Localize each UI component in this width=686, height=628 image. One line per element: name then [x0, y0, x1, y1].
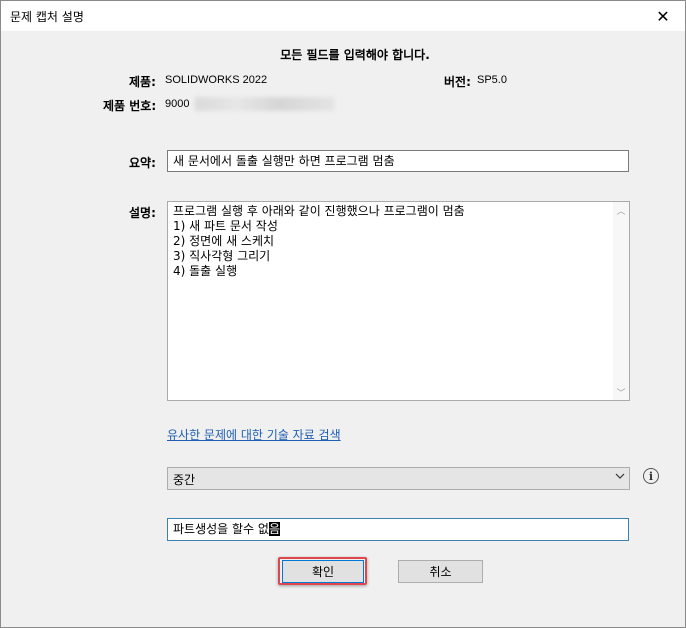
dialog-title: 문제 캡처 설명 — [10, 10, 84, 24]
additional-info-input[interactable]: 파트생성을 할수 없음 — [167, 518, 629, 541]
description-line: 3) 직사각형 그리기 — [173, 249, 271, 263]
product-number-value: 9000 — [165, 98, 190, 110]
summary-label: 요약: — [129, 156, 156, 170]
product-number-label: 제품 번호: — [103, 99, 157, 113]
product-label: 제품: — [129, 75, 156, 89]
description-textarea[interactable]: 프로그램 실행 후 아래와 같이 진행했으나 프로그램이 멈춤 1) 새 파트 … — [167, 201, 630, 401]
cancel-button[interactable]: 취소 — [398, 560, 483, 583]
description-text: 프로그램 실행 후 아래와 같이 진행했으나 프로그램이 멈춤 1) 새 파트 … — [173, 204, 465, 279]
description-line: 프로그램 실행 후 아래와 같이 진행했으나 프로그램이 멈춤 — [173, 204, 465, 218]
additional-info-text: 파트생성을 할수 없 — [173, 522, 269, 536]
redacted-serial — [195, 97, 335, 111]
description-line: 1) 새 파트 문서 작성 — [173, 219, 278, 233]
description-label: 설명: — [129, 206, 156, 220]
description-line: 2) 정면에 새 스케치 — [173, 234, 275, 248]
required-fields-message: 모든 필드를 입력해야 합니다. — [280, 48, 430, 62]
version-value: SP5.0 — [477, 74, 507, 86]
close-icon[interactable]: ✕ — [641, 1, 685, 31]
scroll-up-icon[interactable]: ︿ — [613, 202, 629, 218]
version-label: 버전: — [444, 75, 471, 89]
kb-search-link[interactable]: 유사한 문제에 대한 기술 자료 검색 — [167, 426, 341, 443]
description-scrollbar[interactable]: ︿ ﹀ — [613, 202, 629, 400]
scroll-down-icon[interactable]: ﹀ — [613, 384, 629, 400]
chevron-down-icon — [615, 471, 625, 484]
description-line: 4) 돌출 실행 — [173, 264, 238, 278]
problem-capture-dialog: 문제 캡처 설명 ✕ 모든 필드를 입력해야 합니다. 제품: SOLIDWOR… — [0, 0, 686, 628]
product-value: SOLIDWORKS 2022 — [165, 74, 268, 86]
ime-composing-char: 음 — [268, 522, 280, 536]
title-bar: 문제 캡처 설명 ✕ — [1, 1, 685, 31]
summary-input[interactable]: 새 문서에서 돌출 실행만 하면 프로그램 멈춤 — [167, 150, 629, 172]
ok-button[interactable]: 확인 — [282, 560, 364, 583]
info-icon[interactable]: i — [643, 468, 659, 484]
severity-selected: 중간 — [173, 473, 196, 487]
severity-select[interactable]: 중간 — [167, 467, 630, 490]
